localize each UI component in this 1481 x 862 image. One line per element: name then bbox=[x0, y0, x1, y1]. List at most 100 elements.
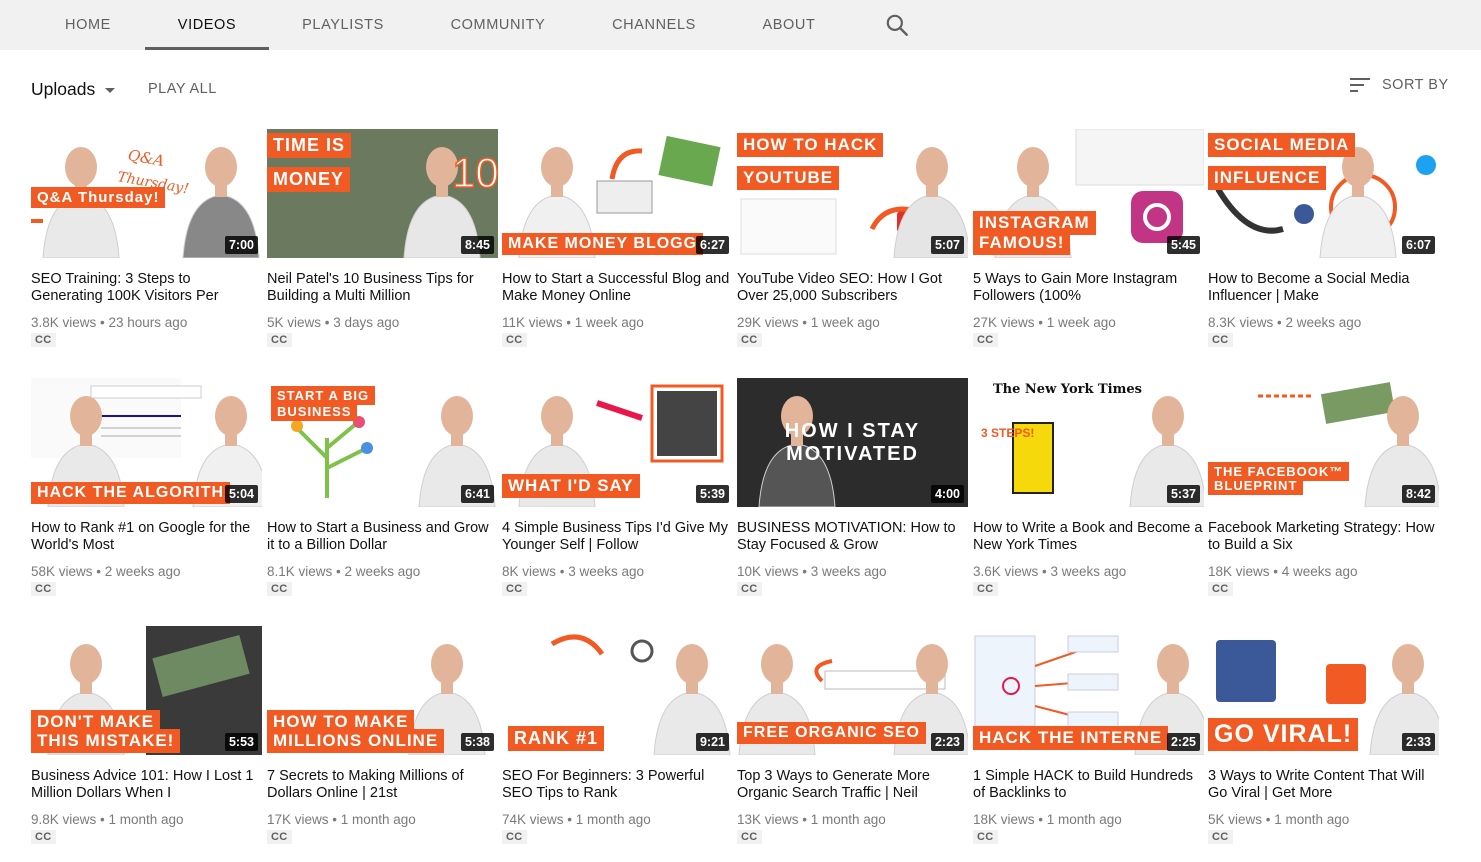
closed-captions-badge: CC bbox=[973, 333, 998, 347]
video-title[interactable]: Neil Patel's 10 Business Tips for Buildi… bbox=[267, 271, 498, 305]
upload-age: 2 weeks ago bbox=[1285, 315, 1362, 330]
closed-captions-badge: CC bbox=[31, 582, 56, 596]
tab-playlists[interactable]: PLAYLISTS bbox=[290, 0, 396, 50]
video-duration: 2:25 bbox=[1166, 733, 1200, 751]
upload-age: 1 month ago bbox=[340, 812, 416, 827]
video-duration: 6:07 bbox=[1401, 236, 1435, 254]
video-thumbnail[interactable]: 10 TIME IS MONEY 8:45 bbox=[267, 129, 498, 258]
video-title[interactable]: 4 Simple Business Tips I'd Give My Young… bbox=[502, 520, 733, 554]
uploads-dropdown[interactable]: Uploads bbox=[31, 79, 116, 100]
video-thumbnail[interactable]: Q&A Thursday! Q&A Thursday! 7:00 bbox=[31, 129, 262, 258]
thumbnail-overlay-text: FAMOUS! bbox=[973, 231, 1071, 255]
video-meta: 3.6K views • 3 weeks ago bbox=[973, 564, 1204, 579]
video-meta: 8.1K views • 2 weeks ago bbox=[267, 564, 498, 579]
video-meta: 58K views • 2 weeks ago bbox=[31, 564, 262, 579]
upload-age: 1 month ago bbox=[810, 812, 886, 827]
video-title[interactable]: SEO For Beginners: 3 Powerful SEO Tips t… bbox=[502, 768, 733, 802]
video-thumbnail[interactable]: HOW TO HACK YOUTUBE 5:07 bbox=[737, 129, 968, 258]
tab-videos[interactable]: VIDEOS bbox=[145, 0, 269, 50]
upload-age: 1 week ago bbox=[1046, 315, 1116, 330]
video-card: RANK #1 9:21 SEO For Beginners: 3 Powerful… bbox=[502, 626, 733, 845]
video-card: INSTAGRAM FAMOUS! 5:45 5 Ways to Gain More … bbox=[973, 129, 1204, 348]
thumbnail-overlay-text: 3 STEPS! bbox=[981, 426, 1035, 440]
upload-age: 3 days ago bbox=[333, 315, 400, 330]
video-title[interactable]: How to Start a Successful Blog and Make … bbox=[502, 271, 733, 305]
video-thumbnail[interactable]: DON'T MAKE THIS MISTAKE! 5:53 bbox=[31, 626, 262, 755]
closed-captions-badge: CC bbox=[31, 333, 56, 347]
video-card: HACK THE ALGORITH 5:04 How to Rank #1 on G… bbox=[31, 378, 262, 597]
video-card: HOW TO MAKE MILLIONS ONLINE 5:38 7 Secrets … bbox=[267, 626, 498, 845]
video-title[interactable]: How to Write a Book and Become a New Yor… bbox=[973, 520, 1204, 554]
video-thumbnail[interactable]: WHAT I'D SAY 5:39 bbox=[502, 378, 733, 507]
tab-about[interactable]: ABOUT bbox=[752, 0, 826, 50]
video-thumbnail[interactable]: FREE ORGANIC SEO 2:23 bbox=[737, 626, 968, 755]
closed-captions-badge: CC bbox=[31, 830, 56, 844]
svg-text:10: 10 bbox=[452, 149, 498, 196]
meta-separator: • bbox=[332, 564, 345, 579]
video-thumbnail[interactable]: GO VIRAL! 2:33 bbox=[1208, 626, 1439, 755]
video-thumbnail[interactable]: HOW TO MAKE MILLIONS ONLINE 5:38 bbox=[267, 626, 498, 755]
video-title[interactable]: 5 Ways to Gain More Instagram Followers … bbox=[973, 271, 1204, 305]
tab-home[interactable]: HOME bbox=[50, 0, 126, 50]
thumbnail-overlay-text: INFLUENCE bbox=[1208, 166, 1327, 190]
closed-captions-badge: CC bbox=[737, 333, 762, 347]
video-thumbnail[interactable]: MAKE MONEY BLOGG 6:27 bbox=[502, 129, 733, 258]
video-title[interactable]: 3 Ways to Write Content That Will Go Vir… bbox=[1208, 768, 1439, 802]
closed-captions-badge: CC bbox=[1208, 582, 1233, 596]
thumbnail-overlay-text: HOW I STAY bbox=[784, 420, 921, 442]
channel-tab-bar: HOME VIDEOS PLAYLISTS COMMUNITY CHANNELS… bbox=[0, 0, 1481, 50]
closed-captions-badge: CC bbox=[267, 333, 292, 347]
video-duration: 5:07 bbox=[930, 236, 964, 254]
video-thumbnail[interactable]: INSTAGRAM FAMOUS! 5:45 bbox=[973, 129, 1204, 258]
upload-age: 23 hours ago bbox=[108, 315, 188, 330]
play-all-button[interactable]: PLAY ALL bbox=[148, 81, 217, 97]
video-duration: 5:53 bbox=[224, 733, 258, 751]
upload-age: 4 weeks ago bbox=[1281, 564, 1358, 579]
video-title[interactable]: SEO Training: 3 Steps to Generating 100K… bbox=[31, 271, 262, 305]
video-card: DON'T MAKE THIS MISTAKE! 5:53 Business Advi… bbox=[31, 626, 262, 845]
video-card: HACK THE INTERNE 2:25 1 Simple HACK to Bui… bbox=[973, 626, 1204, 845]
video-thumbnail[interactable]: RANK #1 9:21 bbox=[502, 626, 733, 755]
uploads-label: Uploads bbox=[31, 79, 96, 99]
meta-separator: • bbox=[563, 812, 576, 827]
video-duration: 8:42 bbox=[1401, 485, 1435, 503]
video-duration: 5:39 bbox=[695, 485, 729, 503]
video-thumbnail[interactable]: THE FACEBOOK™ BLUEPRINT 8:42 bbox=[1208, 378, 1439, 507]
video-title[interactable]: How to Rank #1 on Google for the World's… bbox=[31, 520, 262, 554]
video-duration: 6:41 bbox=[460, 485, 494, 503]
meta-separator: • bbox=[1034, 812, 1047, 827]
video-thumbnail[interactable]: HACK THE INTERNE 2:25 bbox=[973, 626, 1204, 755]
meta-separator: • bbox=[96, 315, 109, 330]
video-title[interactable]: How to Start a Business and Grow it to a… bbox=[267, 520, 498, 554]
tab-community[interactable]: COMMUNITY bbox=[438, 0, 558, 50]
meta-separator: • bbox=[96, 812, 109, 827]
video-title[interactable]: YouTube Video SEO: How I Got Over 25,000… bbox=[737, 271, 968, 305]
sort-by-button[interactable]: SORT BY bbox=[1350, 77, 1449, 93]
meta-separator: • bbox=[328, 812, 341, 827]
video-title[interactable]: Business Advice 101: How I Lost 1 Millio… bbox=[31, 768, 262, 802]
video-card: SOCIAL MEDIA INFLUENCE 6:07 How to Become a… bbox=[1208, 129, 1439, 348]
meta-separator: • bbox=[1262, 812, 1275, 827]
thumbnail-overlay-text: HOW TO HACK bbox=[737, 133, 884, 157]
closed-captions-badge: CC bbox=[973, 830, 998, 844]
video-meta: 8.3K views • 2 weeks ago bbox=[1208, 315, 1439, 330]
video-title[interactable]: BUSINESS MOTIVATION: How to Stay Focused… bbox=[737, 520, 968, 554]
video-card: Q&A Thursday! Q&A Thursday! 7:00 SEO Trainin… bbox=[31, 129, 262, 348]
search-icon[interactable] bbox=[884, 12, 910, 38]
video-title[interactable]: 7 Secrets to Making Millions of Dollars … bbox=[267, 768, 498, 802]
thumbnail-overlay-text: MILLIONS ONLINE bbox=[267, 729, 445, 753]
video-thumbnail[interactable]: START A BIG BUSINESS 6:41 bbox=[267, 378, 498, 507]
video-thumbnail[interactable]: SOCIAL MEDIA INFLUENCE 6:07 bbox=[1208, 129, 1439, 258]
video-title[interactable]: How to Become a Social Media Influencer … bbox=[1208, 271, 1439, 305]
video-thumbnail[interactable]: HACK THE ALGORITH 5:04 bbox=[31, 378, 262, 507]
video-meta: 5K views • 1 month ago bbox=[1208, 812, 1439, 827]
video-title[interactable]: Facebook Marketing Strategy: How to Buil… bbox=[1208, 520, 1439, 554]
video-title[interactable]: Top 3 Ways to Generate More Organic Sear… bbox=[737, 768, 968, 802]
tab-channels[interactable]: CHANNELS bbox=[600, 0, 708, 50]
meta-separator: • bbox=[92, 564, 105, 579]
view-count: 13K views bbox=[737, 812, 799, 827]
video-thumbnail[interactable]: The New York Times 3 STEPS! 5:37 bbox=[973, 378, 1204, 507]
video-title[interactable]: 1 Simple HACK to Build Hundreds of Backl… bbox=[973, 768, 1204, 802]
video-thumbnail[interactable]: HOW I STAY MOTIVATED 4:00 bbox=[737, 378, 968, 507]
thumbnail-overlay-text bbox=[31, 219, 43, 223]
